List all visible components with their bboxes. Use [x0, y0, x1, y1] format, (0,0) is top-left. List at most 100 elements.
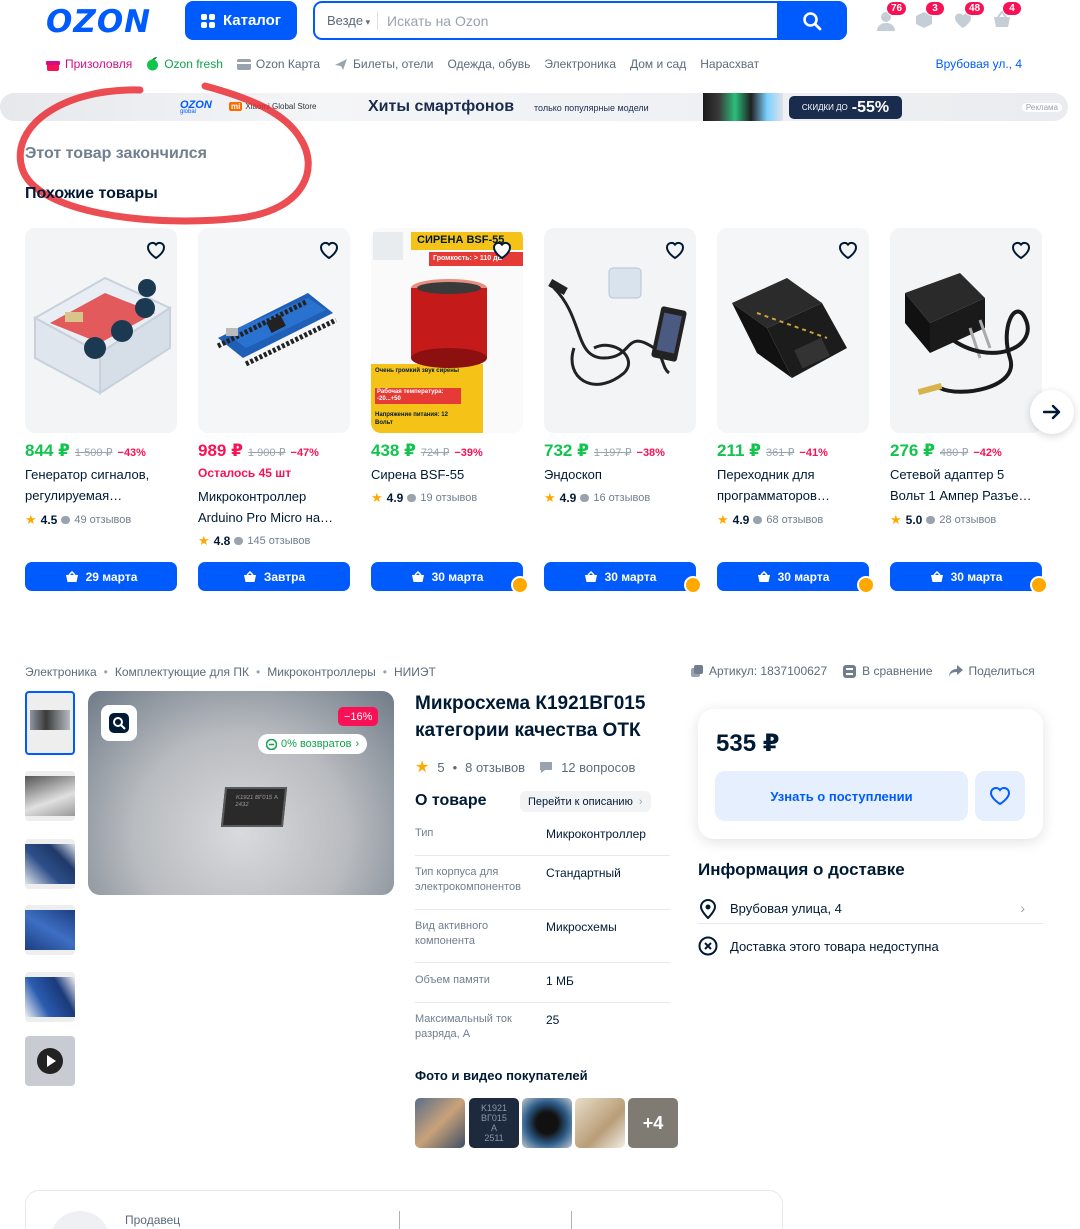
price: 732 ₽	[544, 441, 589, 460]
customer-photo[interactable]	[522, 1098, 572, 1148]
search-button[interactable]	[777, 1, 847, 40]
delivery-date-button[interactable]: 30 марта	[890, 562, 1042, 591]
profile-button[interactable]: 76	[875, 1, 908, 34]
product-name[interactable]: Эндоскоп	[544, 464, 696, 485]
search-input[interactable]	[387, 9, 777, 33]
search-bar: Везде	[313, 1, 847, 40]
add-to-favorites-button[interactable]	[975, 771, 1025, 821]
price-row: 844 ₽ 1 500 ₽ −43%	[25, 441, 146, 461]
cart-icon	[930, 570, 943, 582]
customer-photo[interactable]	[575, 1098, 625, 1148]
cart-icon	[757, 570, 770, 582]
nav-label: Призоловля	[65, 57, 133, 71]
location-pin-icon	[699, 898, 717, 919]
search-divider	[377, 12, 378, 30]
product-name[interactable]: Переходник для программаторов…	[717, 464, 869, 506]
price-row: 438 ₽ 724 ₽ −39%	[371, 441, 483, 461]
heart-outline-icon[interactable]	[145, 239, 167, 261]
customer-photo[interactable]	[415, 1098, 465, 1148]
breadcrumb-item[interactable]: Комплектующие для ПК	[115, 665, 249, 679]
gallery-thumb[interactable]	[25, 839, 75, 889]
rating: ★ 5.0 28 отзывов	[890, 512, 997, 527]
heart-outline-icon[interactable]	[664, 239, 686, 261]
star-icon: ★	[890, 512, 902, 527]
visual-search-button[interactable]	[101, 705, 137, 741]
heart-outline-icon[interactable]	[1010, 239, 1032, 261]
nav-item-fresh[interactable]: Ozon fresh	[146, 57, 223, 71]
carousel-next-button[interactable]	[1030, 390, 1074, 434]
notify-when-available-button[interactable]: Узнать о поступлении	[715, 771, 968, 821]
seller-card[interactable]: Продавец	[25, 1190, 783, 1229]
gallery-thumb[interactable]	[25, 771, 75, 821]
returns-badge[interactable]: 0% возвратов ›	[258, 734, 368, 754]
nav-item-ozon-card[interactable]: Ozon Карта	[236, 57, 320, 71]
ad-label: Реклама	[1021, 103, 1062, 112]
cart-button[interactable]: 4	[991, 1, 1022, 34]
cart-icon	[584, 570, 597, 582]
delivery-address-row[interactable]: Врубовая улица, 4 ›	[698, 894, 1043, 924]
heart-outline-icon[interactable]	[837, 239, 859, 261]
gallery-thumb[interactable]	[25, 905, 75, 955]
delivery-date-button[interactable]: 30 марта	[717, 562, 869, 591]
nav-item-trending[interactable]: Нарасхват	[700, 57, 759, 71]
gallery-thumb[interactable]	[25, 691, 75, 755]
nav-item-clothes[interactable]: Одежда, обувь	[447, 57, 530, 71]
nav-label: Дом и сад	[630, 57, 687, 71]
old-price: 361 ₽	[765, 447, 795, 459]
delivery-date-button[interactable]: 30 марта	[544, 562, 696, 591]
favorites-badge: 48	[964, 1, 986, 16]
goto-description-button[interactable]: Перейти к описанию ›	[520, 791, 651, 812]
ozon-logo[interactable]: OZON	[46, 4, 151, 40]
promo-banner[interactable]: OZON global mi Xiaomi Global Store Хиты см…	[0, 93, 1068, 121]
product-rating[interactable]: ★ 5 • 8 отзывов 12 вопросов	[415, 757, 635, 777]
old-price: 480 ₽	[939, 447, 969, 459]
compare-button[interactable]: В сравнение	[843, 664, 933, 678]
star-icon: ★	[415, 759, 430, 776]
star-icon: ★	[25, 512, 37, 527]
more-photos-button[interactable]: +4	[628, 1098, 678, 1148]
spec-row: Максимальный ток разряда, А 25	[415, 1013, 560, 1040]
breadcrumb-item[interactable]: Электроника	[25, 665, 97, 679]
nav-label: Нарасхват	[700, 57, 760, 71]
discount: −39%	[454, 447, 483, 459]
delivery-address-link[interactable]: Врубовая ул., 4	[936, 57, 1022, 71]
catalog-label: Каталог	[222, 12, 282, 29]
banner-discount: СКИДКИ ДО -55%	[789, 96, 902, 119]
chevron-right-icon: ›	[1020, 900, 1025, 916]
breadcrumb-item[interactable]: Микроконтроллеры	[267, 665, 376, 679]
nav-item-electronics[interactable]: Электроника	[544, 57, 616, 71]
heart-outline-icon[interactable]	[318, 239, 340, 261]
heart-outline-icon[interactable]	[491, 239, 513, 261]
favorites-button[interactable]: 48	[953, 1, 986, 34]
video-thumb[interactable]	[25, 1036, 75, 1086]
customer-photo[interactable]: K1921 ВГ015 A 2511	[469, 1098, 519, 1148]
star-icon: ★	[717, 512, 729, 527]
nav-item-home[interactable]: Дом и сад	[630, 57, 686, 71]
delivery-date-button[interactable]: 29 марта	[25, 562, 177, 591]
stock-left-note: Осталось 45 шт	[198, 466, 292, 480]
product-name[interactable]: Генератор сигналов, регулируемая…	[25, 464, 177, 506]
share-button[interactable]: Поделиться	[948, 664, 1035, 678]
nav-label: Ozon fresh	[164, 57, 223, 71]
nav-item-tickets[interactable]: Билеты, отели	[334, 57, 433, 71]
gallery-thumb[interactable]	[25, 972, 75, 1022]
product-name[interactable]: Сирена BSF-55	[371, 464, 523, 485]
product-name[interactable]: Микроконтроллер Arduino Pro Micro на…	[198, 486, 350, 528]
search-scope-select[interactable]: Везде	[327, 13, 370, 28]
breadcrumb-item[interactable]: НИИЭТ	[394, 665, 436, 679]
nav-label: Билеты, отели	[353, 57, 434, 71]
product-name[interactable]: Сетевой адаптер 5 Вольт 1 Ампер Разъе…	[890, 464, 1042, 506]
price-row: 989 ₽ 1 900 ₽ −47%	[198, 441, 319, 461]
product-meta: Артикул: 1837100627 В сравнение Поделить…	[690, 664, 1035, 678]
nav-label: Одежда, обувь	[447, 57, 531, 71]
catalog-button[interactable]: Каталог	[185, 1, 297, 40]
delivery-date-button[interactable]: Завтра	[198, 562, 350, 591]
cart-icon	[65, 570, 78, 582]
discount: −47%	[290, 447, 319, 459]
discount: −42%	[973, 447, 1002, 459]
nav-item-prizes[interactable]: Призоловля	[46, 57, 132, 71]
product-title: Микросхема К1921ВГ015 категории качества…	[415, 693, 646, 741]
delivery-date-button[interactable]: 30 марта	[371, 562, 523, 591]
article-copy[interactable]: Артикул: 1837100627	[690, 664, 827, 678]
orders-button[interactable]: 3	[914, 1, 945, 34]
